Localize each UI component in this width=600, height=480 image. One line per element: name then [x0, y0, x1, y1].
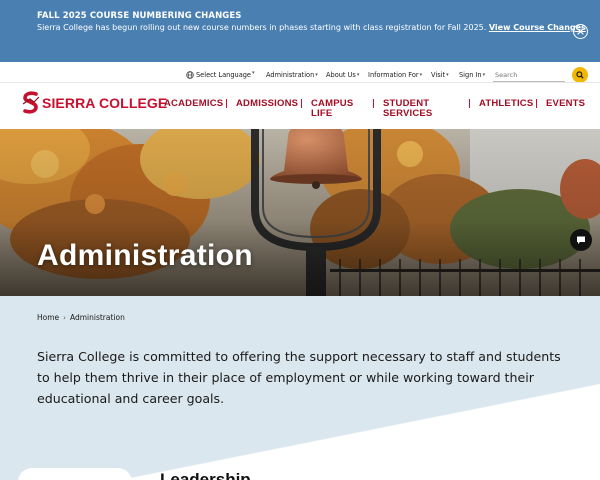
- nav-divider: [301, 99, 302, 108]
- sierra-college-logo[interactable]: SIERRA COLLEGE: [22, 91, 167, 115]
- close-icon: [577, 28, 584, 35]
- utility-item-label: Information For: [368, 71, 419, 79]
- language-dropdown-icon[interactable]: ▾: [251, 70, 255, 76]
- breadcrumb-home[interactable]: Home: [37, 313, 59, 322]
- search-icon: [576, 71, 584, 79]
- utility-item-about-us[interactable]: About Us ▾: [326, 71, 359, 79]
- utility-item-label: Sign In: [459, 71, 482, 79]
- sierra-s-logo-icon: [22, 91, 40, 114]
- globe-icon: [186, 71, 194, 79]
- alert-title: FALL 2025 COURSE NUMBERING CHANGES: [37, 11, 242, 21]
- intro-paragraph: Sierra College is committed to offering …: [37, 349, 561, 406]
- chevron-right-icon: ›: [63, 313, 66, 322]
- breadcrumb-current: Administration: [69, 313, 125, 322]
- nav-events[interactable]: EVENTS: [546, 99, 585, 109]
- sidebar-card: [18, 468, 132, 480]
- logo-text: SIERRA COLLEGE: [42, 95, 168, 111]
- chevron-down-icon: ▾: [419, 72, 423, 78]
- nav-campus-life-line2: LIFE: [311, 108, 333, 119]
- select-language-label: Select Language: [196, 71, 251, 79]
- nav-admissions[interactable]: ADMISSIONS: [236, 99, 298, 109]
- nav-student-services[interactable]: STUDENT SERVICES: [383, 99, 432, 119]
- utility-item-information-for[interactable]: Information For ▾: [368, 71, 422, 79]
- nav-divider: [226, 99, 227, 108]
- search-input[interactable]: [493, 68, 565, 82]
- chevron-down-icon: ▾: [356, 72, 360, 78]
- utility-item-label: About Us: [326, 71, 356, 79]
- nav-athletics[interactable]: ATHLETICS: [479, 99, 533, 109]
- alert-message-text: Sierra College has begun rolling out new…: [37, 23, 487, 32]
- nav-divider: [373, 99, 374, 108]
- nav-campus-life[interactable]: CAMPUS LIFE: [311, 99, 353, 119]
- nav-academics[interactable]: ACADEMICS: [164, 99, 223, 109]
- alert-message: Sierra College has begun rolling out new…: [37, 23, 586, 32]
- hero-banner: Administration: [0, 129, 600, 296]
- alert-banner: FALL 2025 COURSE NUMBERING CHANGES Sierr…: [0, 0, 600, 62]
- utility-item-label: Visit: [431, 71, 446, 79]
- nav-divider: [469, 99, 470, 108]
- intro-section: Home › Administration Sierra College is …: [0, 296, 600, 480]
- close-alert-button[interactable]: [573, 24, 588, 39]
- page-title: Administration: [37, 239, 253, 272]
- chat-button[interactable]: [570, 229, 592, 251]
- chevron-down-icon: ▾: [315, 72, 318, 78]
- utility-item-administration[interactable]: Administration ▾: [266, 71, 318, 79]
- utility-item-label: Administration: [266, 71, 315, 79]
- breadcrumb: Home › Administration: [37, 313, 125, 322]
- search-button[interactable]: [572, 67, 588, 83]
- utility-item-visit[interactable]: Visit ▾: [431, 71, 449, 79]
- chevron-down-icon: ▾: [482, 72, 486, 78]
- chat-icon: [577, 236, 585, 244]
- section-heading: Leadership: [160, 470, 251, 480]
- select-language-button[interactable]: Select Language: [186, 71, 251, 79]
- main-navigation: SIERRA COLLEGE ACADEMICS ADMISSIONS CAMP…: [0, 82, 600, 129]
- nav-student-services-line2: SERVICES: [383, 108, 433, 119]
- nav-divider: [536, 99, 537, 108]
- utility-item-sign-in[interactable]: Sign In ▾: [459, 71, 485, 79]
- chevron-down-icon: ▾: [446, 72, 449, 78]
- view-course-changes-link[interactable]: View Course Changes: [489, 23, 586, 32]
